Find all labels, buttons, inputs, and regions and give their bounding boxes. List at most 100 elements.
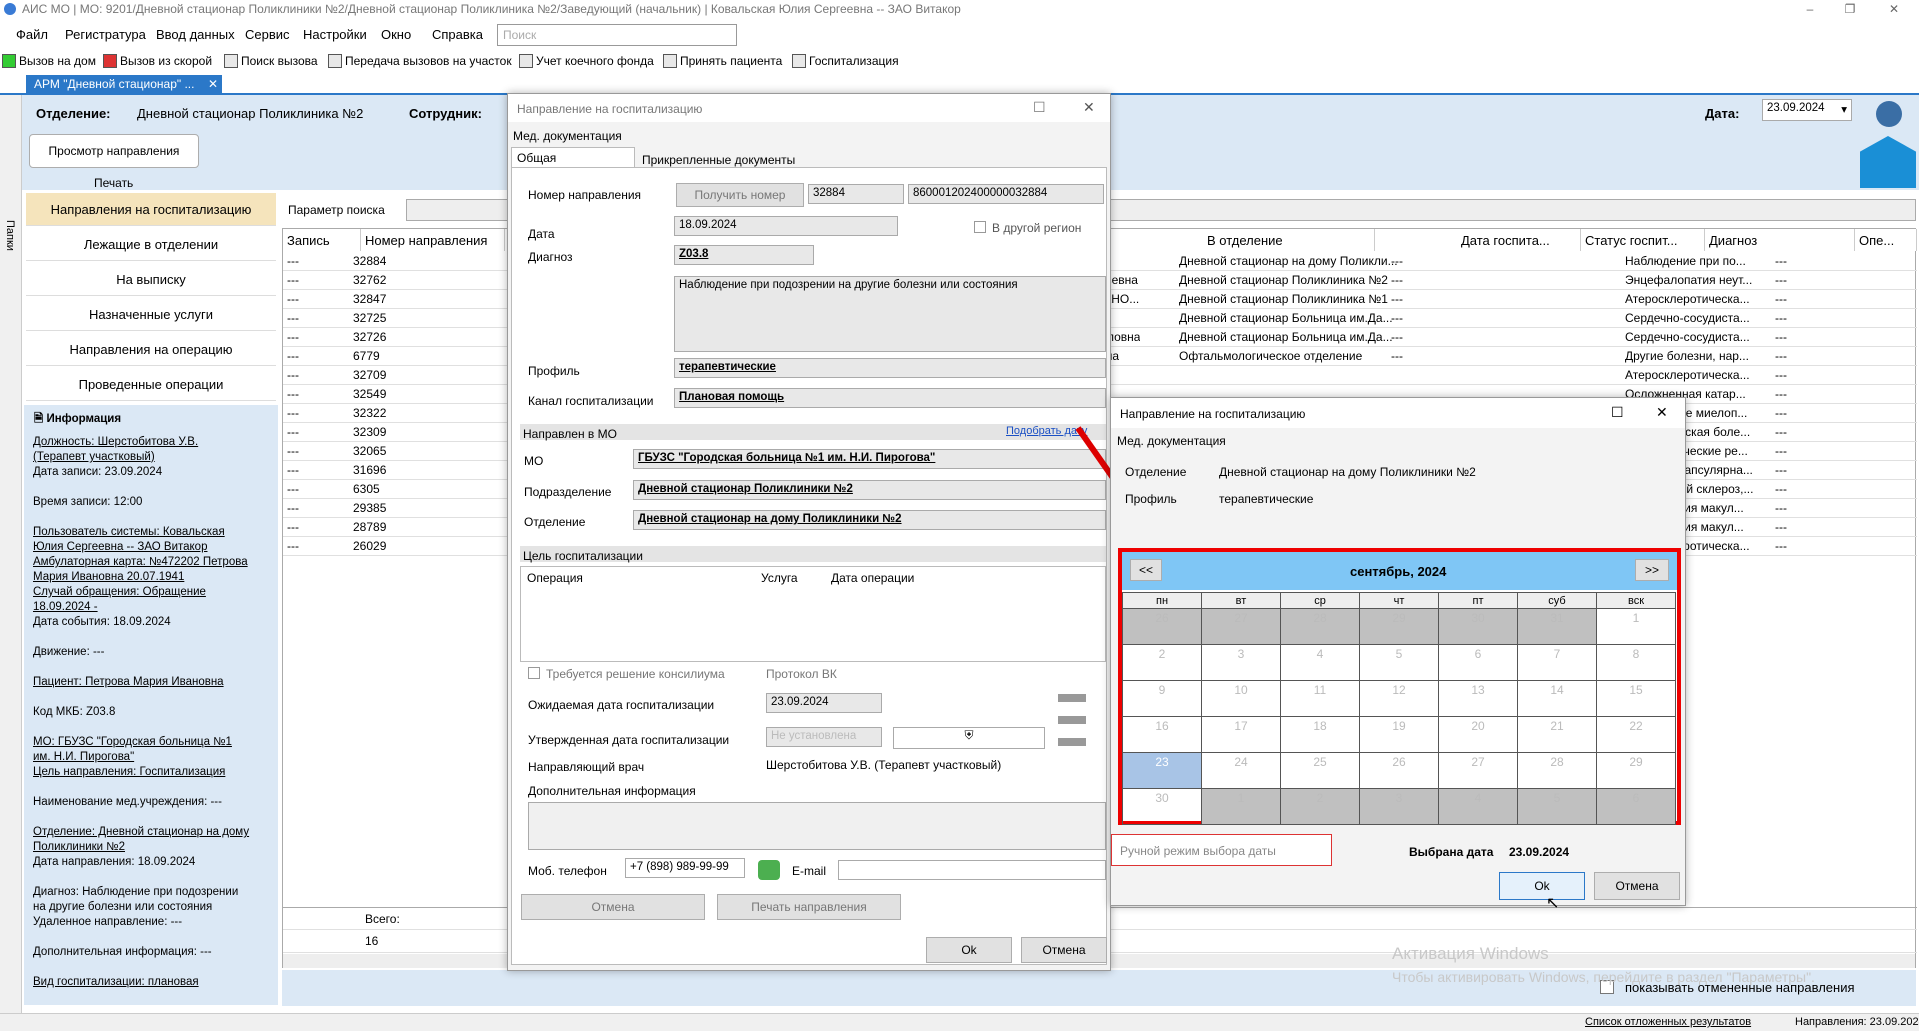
tab-close-icon[interactable]: ✕ (208, 77, 218, 91)
mo-select[interactable]: ГБУЗС "Городская больница №1 им. Н.И. Пи… (633, 449, 1106, 469)
cancel-button[interactable]: Отмена (1594, 872, 1680, 900)
calendar-day[interactable]: 2 (1280, 788, 1360, 825)
col-hosp-status[interactable]: Статус госпит... (1581, 229, 1705, 251)
tab-attached-docs[interactable]: Прикрепленные документы (642, 153, 795, 167)
nav-in-department[interactable]: Лежащие в отделении (26, 228, 276, 261)
department-select[interactable]: Дневной стационар на дому Поликлиники №2 (633, 510, 1106, 530)
cancel-referral-button[interactable]: Отмена (521, 894, 705, 920)
print-referral-button[interactable]: Печать направления (717, 894, 901, 920)
calendar-day[interactable]: 1 (1201, 788, 1281, 825)
referral-full-number-field[interactable]: 860001202400000032884 (908, 184, 1104, 204)
calendar-day[interactable]: 5 (1517, 788, 1597, 825)
calendar-day[interactable]: 8 (1596, 644, 1676, 681)
chevron-down-icon[interactable]: ▾ (1841, 102, 1847, 116)
calendar-day[interactable]: 9 (1122, 680, 1202, 717)
calendar-day[interactable]: 22 (1596, 716, 1676, 753)
calendar-day[interactable]: 3 (1201, 644, 1281, 681)
diagnosis-code-field[interactable]: Z03.8 (674, 245, 814, 265)
tab-general-info[interactable]: Общая информация (511, 147, 635, 179)
calendar-day[interactable]: 29 (1359, 608, 1439, 645)
calendar-day[interactable]: 3 (1359, 788, 1439, 825)
council-checkbox[interactable] (528, 667, 540, 679)
close-icon[interactable]: ✕ (1656, 404, 1668, 421)
phone-field[interactable]: +7 (898) 989-99-99 (625, 858, 745, 878)
tab-arm-day-hospital[interactable]: АРМ "Дневной стационар" ... ✕ (26, 75, 222, 95)
extra-info-field[interactable] (528, 802, 1106, 850)
search-input[interactable]: Поиск (497, 24, 737, 46)
calendar-day[interactable]: 30 (1438, 608, 1518, 645)
calendar-day[interactable]: 15 (1596, 680, 1676, 717)
calendar-day[interactable]: 11 (1280, 680, 1360, 717)
maximize-icon[interactable]: ☐ (1611, 404, 1624, 421)
calendar-day[interactable]: 13 (1438, 680, 1518, 717)
calendar-day[interactable]: 20 (1438, 716, 1518, 753)
other-region-checkbox[interactable] (974, 221, 986, 233)
nav-hospitalization-referrals[interactable]: Направления на госпитализацию (26, 193, 276, 226)
col-to-dept[interactable]: В отделение (1203, 229, 1375, 251)
minimize-icon[interactable]: – (1790, 0, 1830, 18)
col-number[interactable]: Номер направления (361, 229, 505, 251)
calendar-day[interactable]: 23 (1122, 752, 1202, 789)
calendar-day[interactable]: 19 (1359, 716, 1439, 753)
nav-surgery-referrals[interactable]: Направления на операцию (26, 333, 276, 366)
restore-icon[interactable]: ❐ (1830, 0, 1870, 18)
cancel-button[interactable]: Отмена (1021, 937, 1107, 963)
calendar-day[interactable]: 26 (1122, 608, 1202, 645)
accept-patient-button[interactable]: Принять пациента (663, 54, 782, 68)
header-date-field[interactable]: 23.09.2024 ▾ (1762, 99, 1852, 121)
ok-button[interactable]: Ok (926, 937, 1012, 963)
med-docs-menu[interactable]: Мед. документация (513, 129, 622, 143)
menu-data-entry[interactable]: Ввод данных (156, 27, 235, 42)
calendar-day[interactable]: 14 (1517, 680, 1597, 717)
menu-file[interactable]: Файл (16, 27, 48, 42)
prev-month-button[interactable]: << (1130, 559, 1162, 581)
calendar-day[interactable]: 1 (1596, 608, 1676, 645)
email-field[interactable] (838, 860, 1106, 880)
close-icon[interactable]: ✕ (1083, 99, 1095, 116)
hospitalization-button[interactable]: Госпитализация (792, 54, 899, 68)
menu-window[interactable]: Окно (381, 27, 411, 42)
menu-help[interactable]: Справка (432, 27, 483, 42)
channel-select[interactable]: Плановая помощь (674, 388, 1106, 408)
ambulance-call-button[interactable]: Вызов из скорой (103, 54, 212, 68)
menu-registry[interactable]: Регистратура (65, 27, 146, 42)
referral-number-field[interactable]: 32884 (808, 184, 904, 204)
home-call-button[interactable]: Вызов на дом (2, 54, 96, 68)
menu-settings[interactable]: Настройки (303, 27, 367, 42)
calendar-day[interactable]: 10 (1201, 680, 1281, 717)
calendar-day[interactable]: 28 (1517, 752, 1597, 789)
hospitalize-button[interactable]: ⛨ (893, 727, 1045, 749)
calendar-day[interactable]: 29 (1596, 752, 1676, 789)
calendar-day[interactable]: 27 (1201, 608, 1281, 645)
manual-mode-field[interactable]: Ручной режим выбора даты (1111, 834, 1332, 866)
folders-strip[interactable]: Папки (0, 95, 22, 1015)
view-referral-button[interactable]: Просмотр направления (29, 134, 199, 168)
calendar-day[interactable]: 21 (1517, 716, 1597, 753)
col-record[interactable]: Запись (283, 229, 361, 251)
calendar-day[interactable]: 17 (1201, 716, 1281, 753)
deferred-results-link[interactable]: Список отложенных результатов (1585, 1016, 1751, 1028)
calendar-day[interactable]: 4 (1438, 788, 1518, 825)
close-icon[interactable]: ✕ (1874, 0, 1914, 18)
get-number-button[interactable]: Получить номер (676, 183, 804, 207)
transfer-calls-button[interactable]: Передача вызовов на участок (328, 54, 512, 68)
ok-button[interactable]: Ok (1499, 872, 1585, 900)
calendar-day[interactable]: 6 (1438, 644, 1518, 681)
nav-performed-operations[interactable]: Проведенные операции (26, 368, 276, 401)
med-docs-menu[interactable]: Мед. документация (1117, 434, 1226, 448)
calendar-day[interactable]: 24 (1201, 752, 1281, 789)
calendar-day[interactable]: 16 (1122, 716, 1202, 753)
col-diagnosis[interactable]: Диагноз (1705, 229, 1855, 251)
col-operation[interactable]: Опе... (1855, 229, 1917, 251)
refresh-icon[interactable] (758, 860, 780, 880)
calendar-day[interactable]: 27 (1438, 752, 1518, 789)
calendar-day[interactable]: 5 (1359, 644, 1439, 681)
col-hosp-date[interactable]: Дата госпита... (1457, 229, 1581, 251)
gear-icon[interactable] (1876, 101, 1902, 127)
diagnosis-text-field[interactable]: Наблюдение при подозрении на другие боле… (674, 276, 1106, 352)
calendar-day[interactable]: 30 (1122, 788, 1202, 825)
calendar-day[interactable]: 28 (1280, 608, 1360, 645)
menu-service[interactable]: Сервис (245, 27, 290, 42)
calendar-day[interactable]: 7 (1517, 644, 1597, 681)
calendar-day[interactable]: 6 (1596, 788, 1676, 825)
